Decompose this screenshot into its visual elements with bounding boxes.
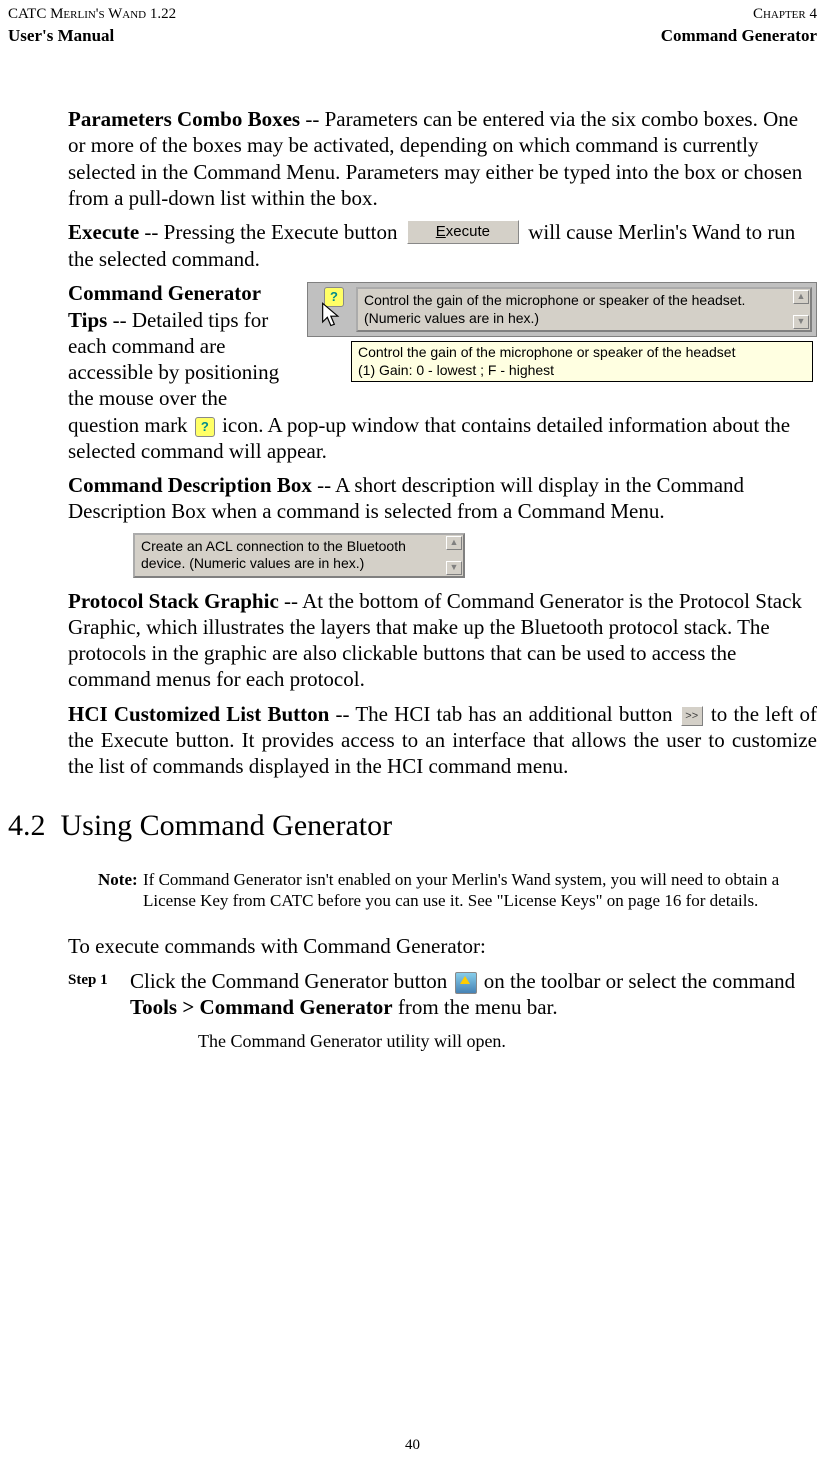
header-product: CATC Merlin's Wand 1.22 bbox=[8, 5, 176, 24]
command-generator-toolbar-icon[interactable] bbox=[455, 972, 477, 994]
para-hci: HCI Customized List Button -- The HCI ta… bbox=[68, 701, 817, 780]
header-chapter: Chapter 4 bbox=[753, 5, 817, 24]
scroll-up-icon[interactable]: ▲ bbox=[793, 290, 809, 304]
scrollbar[interactable]: ▲ ▼ bbox=[446, 536, 462, 575]
note-block: Note: If Command Generator isn't enabled… bbox=[98, 869, 817, 912]
step-1-result: The Command Generator utility will open. bbox=[198, 1030, 817, 1053]
header-section: Command Generator bbox=[661, 25, 817, 46]
execute-label: Execute bbox=[68, 220, 139, 244]
execute-button[interactable]: Execute bbox=[407, 220, 519, 244]
step-1: Step 1 Click the Command Generator butto… bbox=[68, 968, 817, 1021]
combo-boxes-label: Parameters Combo Boxes bbox=[68, 107, 300, 131]
intro-text: To execute commands with Command Generat… bbox=[68, 933, 817, 959]
menu-path: Tools > Command Generator bbox=[130, 995, 393, 1019]
page-number: 40 bbox=[0, 1436, 825, 1455]
desc-textbox: Create an ACL connection to the Bluetoot… bbox=[133, 533, 465, 578]
hci-label: HCI Customized List Button bbox=[68, 702, 329, 726]
more-button[interactable]: >> bbox=[681, 706, 703, 726]
para-combo-boxes: Parameters Combo Boxes -- Parameters can… bbox=[68, 106, 817, 211]
cursor-icon bbox=[320, 301, 344, 335]
para-stack: Protocol Stack Graphic -- At the bottom … bbox=[68, 588, 817, 693]
scroll-down-icon[interactable]: ▼ bbox=[793, 315, 809, 329]
question-mark-icon-inline: ? bbox=[195, 417, 215, 437]
desc-label: Command Description Box bbox=[68, 473, 312, 497]
tips-illustration: ? Control the gain of the microphone or … bbox=[307, 282, 817, 382]
scroll-down-icon[interactable]: ▼ bbox=[446, 561, 462, 575]
tooltip-popup: Control the gain of the microphone or sp… bbox=[351, 341, 813, 382]
section-heading: 4.2 Using Command Generator bbox=[8, 807, 817, 845]
scrollbar[interactable]: ▲ ▼ bbox=[793, 290, 809, 329]
tips-textbox: Control the gain of the microphone or sp… bbox=[356, 287, 812, 332]
stack-label: Protocol Stack Graphic bbox=[68, 589, 279, 613]
para-execute: Execute -- Pressing the Execute button E… bbox=[68, 219, 817, 272]
step-label: Step 1 bbox=[68, 968, 130, 1021]
header-manual: User's Manual bbox=[8, 25, 114, 46]
scroll-up-icon[interactable]: ▲ bbox=[446, 536, 462, 550]
para-desc: Command Description Box -- A short descr… bbox=[68, 472, 817, 525]
